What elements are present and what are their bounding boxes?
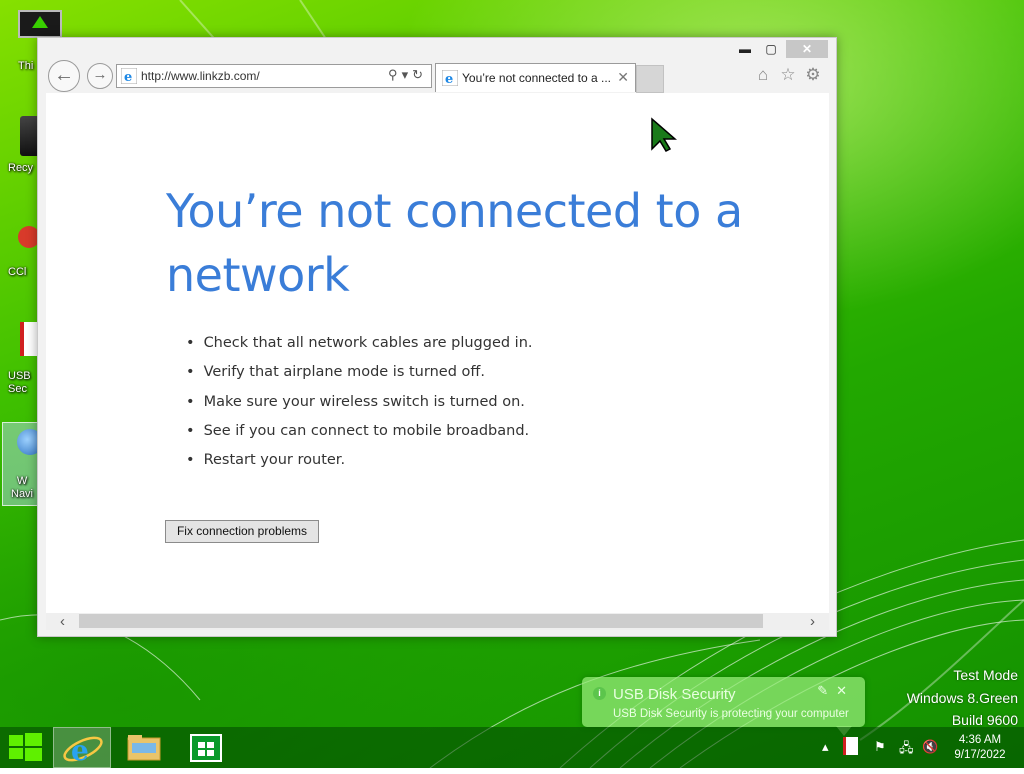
taskbar-internet-explorer[interactable]: e xyxy=(53,727,111,768)
page-title: You’re not connected to a network xyxy=(166,184,743,302)
clock[interactable]: 4:36 AM 9/17/2022 xyxy=(950,733,1010,763)
dropdown-icon[interactable]: ▾ xyxy=(402,67,413,82)
desktop-icon-label: CCl xyxy=(8,266,27,278)
forward-button[interactable]: → xyxy=(87,63,113,89)
scroll-left-icon[interactable]: ‹ xyxy=(60,613,65,630)
scroll-right-icon[interactable]: › xyxy=(810,613,815,630)
taskbar-store[interactable] xyxy=(177,727,235,768)
browser-window: ▬ ▢ ✕ ← → e http://www.linkzb.com/ ⚲▾↻ e… xyxy=(37,37,837,637)
desktop-icon-label: Thi xyxy=(18,60,34,72)
desktop-icon-label: Recy xyxy=(8,162,34,174)
address-tools: ⚲▾↻ xyxy=(388,67,427,83)
notification-title: USB Disk Security xyxy=(613,686,736,703)
list-item: Check that all network cables are plugge… xyxy=(186,335,533,364)
tab-title: You’re not connected to a ... xyxy=(462,71,611,85)
back-button[interactable]: ← xyxy=(48,60,80,92)
close-icon[interactable]: ✕ xyxy=(836,683,855,698)
maximize-button[interactable]: ▢ xyxy=(758,40,784,58)
svg-text:e: e xyxy=(71,734,89,767)
fix-connection-button[interactable]: Fix connection problems xyxy=(165,520,319,543)
tab-active[interactable]: e You’re not connected to a ... ✕ xyxy=(435,63,636,92)
clock-time: 4:36 AM xyxy=(958,734,1002,746)
svg-text:e: e xyxy=(445,72,453,86)
refresh-icon[interactable]: ↻ xyxy=(412,67,427,82)
desktop-icon-navigator[interactable]: W Navi xyxy=(2,422,43,506)
gear-icon[interactable]: ⚙ xyxy=(803,65,823,85)
minimize-button[interactable]: ▬ xyxy=(732,40,758,58)
favorites-star-icon[interactable]: ☆ xyxy=(778,65,798,85)
home-icon[interactable]: ⌂ xyxy=(753,65,773,85)
notification-message: USB Disk Security is protecting your com… xyxy=(613,708,849,720)
title-bar[interactable]: ▬ ▢ ✕ xyxy=(38,38,836,60)
internet-explorer-icon: e xyxy=(63,734,103,767)
tips-list: Check that all network cables are plugge… xyxy=(186,335,533,481)
close-tab-icon[interactable]: ✕ xyxy=(617,69,629,86)
list-item: Restart your router. xyxy=(186,452,533,481)
watermark-line: Windows 8.Green xyxy=(906,689,1018,706)
taskbar-file-explorer[interactable] xyxy=(115,727,173,768)
page-content: You’re not connected to a network Check … xyxy=(46,93,829,613)
pin-icon[interactable]: ✎ xyxy=(817,683,836,698)
new-tab-button[interactable] xyxy=(636,65,664,93)
address-bar[interactable]: e http://www.linkzb.com/ ⚲▾↻ xyxy=(116,64,432,88)
volume-muted-icon[interactable]: 🔇 xyxy=(922,739,938,755)
search-icon[interactable]: ⚲ xyxy=(388,67,402,82)
mouse-cursor-icon xyxy=(651,117,678,152)
folder-icon xyxy=(127,735,161,761)
taskbar: e ▴ ⚑ 🖧 🔇 4:36 AM 9/17/2022 xyxy=(0,727,1024,768)
network-disconnected-icon[interactable]: 🖧 xyxy=(899,739,914,761)
svg-text:e: e xyxy=(124,70,132,84)
notification-balloon[interactable]: i USB Disk Security USB Disk Security is… xyxy=(582,677,865,736)
clock-date: 9/17/2022 xyxy=(954,749,1006,761)
store-bag-icon xyxy=(190,734,222,762)
list-item: See if you can connect to mobile broadba… xyxy=(186,423,533,452)
show-hidden-icons-chevron-icon[interactable]: ▴ xyxy=(822,739,829,755)
desktop-icon-label: USB Sec xyxy=(8,370,31,395)
arrow-left-icon: ← xyxy=(54,64,74,86)
arrow-right-icon: → xyxy=(92,66,108,83)
watermark-line: Test Mode xyxy=(953,667,1018,683)
list-item: Make sure your wireless switch is turned… xyxy=(186,394,533,423)
list-item: Verify that airplane mode is turned off. xyxy=(186,364,533,393)
desktop-icon-label: W Navi xyxy=(11,475,34,500)
test-mode-watermark: Test Mode Windows 8.Green Build 9600 xyxy=(907,664,1018,732)
horizontal-scrollbar[interactable]: ‹ › xyxy=(46,613,829,630)
ie-page-icon: e xyxy=(442,70,458,86)
usb-security-tray-icon[interactable] xyxy=(843,737,858,755)
ie-page-icon: e xyxy=(121,68,137,84)
action-center-flag-icon[interactable]: ⚑ xyxy=(874,739,886,755)
scrollbar-thumb[interactable] xyxy=(79,614,763,628)
info-icon: i xyxy=(593,687,606,700)
monitor-icon xyxy=(18,10,62,38)
windows-logo-icon xyxy=(9,733,42,761)
start-button[interactable] xyxy=(0,727,52,768)
address-url[interactable]: http://www.linkzb.com/ xyxy=(141,69,260,83)
close-button[interactable]: ✕ xyxy=(786,40,828,58)
